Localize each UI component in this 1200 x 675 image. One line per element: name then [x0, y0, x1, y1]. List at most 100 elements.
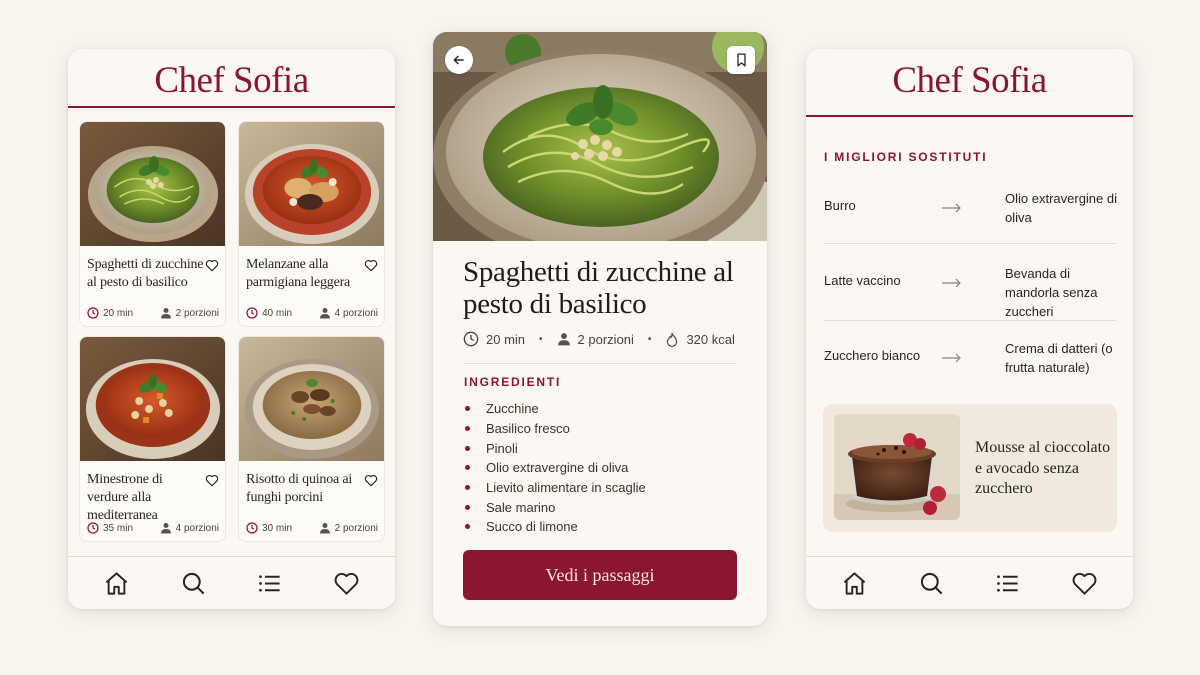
heart-icon	[334, 572, 359, 595]
person-icon	[160, 523, 171, 534]
substitute-row: Zucchero bianco Crema di datteri (o frut…	[824, 341, 1116, 396]
arrow-left-icon	[453, 55, 464, 65]
ingredient-item: Pinoli	[465, 438, 646, 458]
flame-icon	[667, 332, 678, 347]
ingredient-item: Basilico fresco	[465, 419, 646, 439]
divider	[824, 243, 1116, 244]
divider	[824, 320, 1116, 321]
recipe-title: Minestrone di verdure alla mediterranea	[87, 472, 163, 523]
recipe-title: Spaghetti di zucchine al pesto di basili…	[87, 257, 204, 290]
recipe-meta: 20 min • 2 porzioni • 320 kcal	[463, 331, 735, 347]
clock-icon	[246, 522, 258, 534]
substitute-ingredient: Olio extravergine di oliva	[1005, 191, 1117, 225]
ingredient-item: Zucchine	[465, 399, 646, 419]
heart-icon[interactable]	[364, 259, 378, 272]
ingredient-list: Zucchine Basilico fresco Pinoli Olio ext…	[465, 399, 646, 537]
substitute-ingredient: Crema di datteri (o frutta naturale)	[1005, 341, 1113, 375]
divider	[463, 363, 737, 364]
tab-search[interactable]	[178, 568, 208, 598]
tab-search[interactable]	[916, 568, 946, 598]
prep-time: 35 min	[87, 522, 133, 534]
time-label: 30 min	[262, 522, 293, 534]
heart-icon[interactable]	[205, 474, 219, 487]
recipe-card[interactable]: Spaghetti di zucchine al pesto di basili…	[79, 121, 226, 327]
tab-favorites[interactable]	[332, 568, 362, 598]
clock-icon	[87, 522, 99, 534]
list-icon	[997, 574, 1018, 592]
recipe-card[interactable]: Melanzane alla parmigiana leggera 40 min…	[238, 121, 385, 327]
featured-recipe-title: Mousse al cioccolato e avocado senza zuc…	[975, 439, 1111, 497]
tab-list[interactable]	[993, 568, 1023, 598]
tab-bar	[806, 556, 1133, 609]
servings: 2 porzioni	[160, 307, 219, 319]
clock-icon	[246, 307, 258, 319]
featured-recipe-image	[834, 414, 960, 520]
tab-list[interactable]	[255, 568, 285, 598]
back-button[interactable]	[445, 46, 473, 74]
view-steps-button[interactable]: Vedi i passaggi	[463, 550, 737, 600]
recipe-image	[80, 337, 225, 461]
recipe-image	[239, 337, 384, 461]
original-ingredient: Burro	[824, 198, 856, 213]
ingredient-item: Succo di limone	[465, 517, 646, 537]
person-icon	[160, 308, 171, 319]
tab-favorites[interactable]	[1070, 568, 1100, 598]
substitutes-screen: Chef Sofia I MIGLIORI SOSTITUTI Burro Ol…	[806, 49, 1133, 609]
recipe-list-screen: Chef Sofia Spaghetti di zucchine al pest…	[68, 49, 395, 609]
ingredient-item: Sale marino	[465, 497, 646, 517]
heart-icon	[1072, 572, 1097, 595]
brand-title: Chef Sofia	[154, 60, 309, 101]
person-icon	[557, 333, 570, 346]
home-icon	[105, 571, 128, 595]
recipe-title: Risotto di quinoa ai funghi porcini	[246, 472, 353, 505]
servings: 2 porzioni	[319, 522, 378, 534]
recipe-title: Melanzane alla parmigiana leggera	[246, 257, 351, 290]
original-ingredient: Latte vaccino	[824, 273, 901, 288]
calories: 320 kcal	[665, 332, 735, 347]
time-label: 40 min	[262, 307, 293, 319]
arrow-right-icon	[942, 353, 961, 363]
tab-home[interactable]	[101, 568, 131, 598]
prep-time: 20 min	[463, 331, 525, 347]
time-label: 20 min	[103, 307, 134, 319]
recipe-card[interactable]: Minestrone di verdure alla mediterranea …	[79, 336, 226, 542]
servings: 2 porzioni	[557, 332, 634, 347]
servings-label: 2 porzioni	[577, 331, 634, 347]
servings: 4 porzioni	[160, 522, 219, 534]
substitute-row: Burro Olio extravergine di oliva	[824, 191, 1117, 245]
list-icon	[259, 574, 280, 592]
prep-time: 20 min	[87, 307, 133, 319]
search-icon	[920, 572, 942, 594]
separator-dot: •	[539, 333, 543, 345]
time-label: 20 min	[486, 331, 526, 347]
search-icon	[182, 572, 204, 594]
prep-time: 40 min	[246, 307, 292, 319]
recipe-card[interactable]: Risotto di quinoa ai funghi porcini 30 m…	[238, 336, 385, 542]
heart-icon[interactable]	[364, 474, 378, 487]
bookmark-button[interactable]	[727, 46, 755, 74]
prep-time: 30 min	[246, 522, 292, 534]
person-icon	[319, 523, 330, 534]
recipe-hero-image	[433, 32, 767, 241]
tab-home[interactable]	[839, 568, 869, 598]
substitutes-heading: I MIGLIORI SOSTITUTI	[824, 150, 988, 164]
brand-divider	[68, 106, 395, 108]
featured-recipe-card[interactable]: Mousse al cioccolato e avocado senza zuc…	[823, 404, 1117, 532]
tab-bar	[68, 556, 395, 609]
servings-label: 4 porzioni	[175, 522, 219, 534]
home-icon	[843, 571, 866, 595]
recipe-image	[80, 122, 225, 246]
separator-dot: •	[647, 333, 652, 345]
heart-icon[interactable]	[205, 259, 219, 272]
brand-divider	[806, 115, 1133, 117]
person-icon	[319, 308, 330, 319]
brand-title: Chef Sofia	[892, 60, 1047, 101]
recipe-title: Spaghetti di zucchine al pesto di basili…	[463, 256, 734, 320]
ingredient-item: Olio extravergine di oliva	[465, 458, 646, 478]
bookmark-icon	[736, 53, 746, 67]
mousse-image	[834, 414, 960, 520]
clock-icon	[87, 307, 99, 319]
ingredient-item: Lievito alimentare in scaglie	[465, 478, 646, 498]
recipe-image	[239, 122, 384, 246]
substitute-row: Latte vaccino Bevanda di mandorla senza …	[824, 266, 1116, 321]
